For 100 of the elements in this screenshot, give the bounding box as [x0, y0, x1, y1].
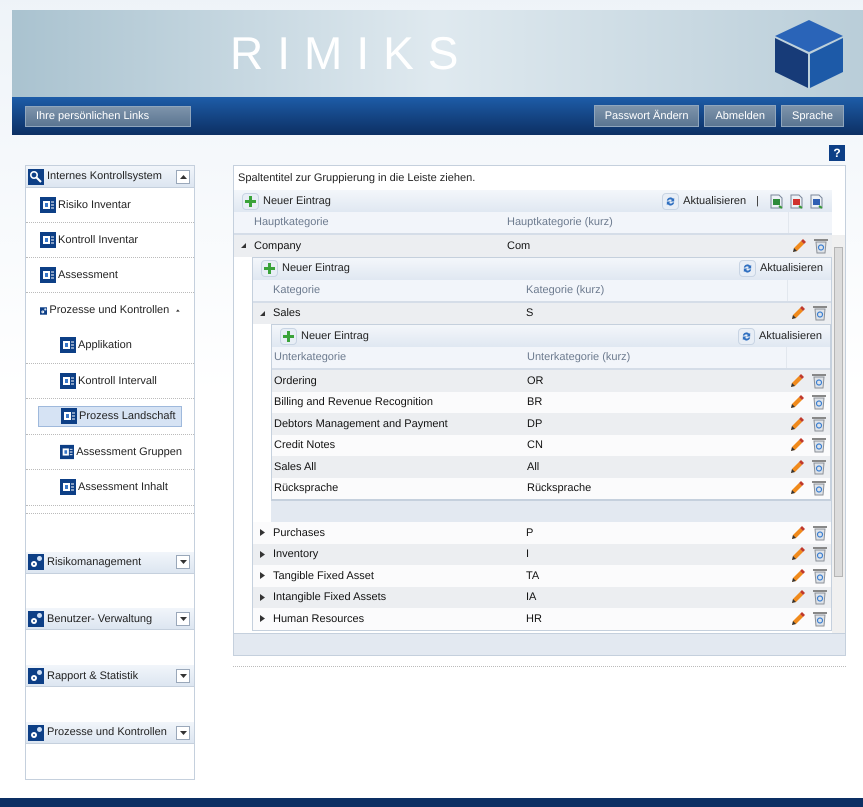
- pencil-icon[interactable]: [790, 395, 804, 410]
- expand-icon[interactable]: [258, 550, 266, 558]
- app-title: RIMIKS: [230, 26, 472, 81]
- pencil-icon[interactable]: [790, 547, 804, 562]
- collapse-icon[interactable]: [240, 242, 246, 250]
- grid-row[interactable]: Intangible Fixed Assets IA: [253, 586, 831, 608]
- grid-row[interactable]: Sales All All: [272, 456, 830, 478]
- expand-icon[interactable]: [258, 572, 266, 580]
- trash-icon[interactable]: [810, 416, 826, 432]
- grid-row[interactable]: Sales S: [253, 302, 831, 324]
- new-entry-button[interactable]: Neuer Eintrag: [280, 328, 369, 344]
- new-entry-button[interactable]: Neuer Eintrag: [242, 192, 331, 210]
- trash-icon[interactable]: [812, 610, 828, 627]
- caret-icon: [180, 674, 186, 678]
- grid-row[interactable]: Company Com: [234, 235, 832, 256]
- grid-row[interactable]: Credit Notes CN: [272, 434, 830, 456]
- sidebar-subitem[interactable]: Applikation: [38, 334, 182, 356]
- pencil-icon[interactable]: [790, 374, 804, 388]
- spreadsheet-export-icon[interactable]: [769, 194, 784, 208]
- sidebar-item[interactable]: Risiko Inventar: [26, 188, 194, 223]
- nav-button[interactable]: Passwort Ändern: [594, 105, 700, 127]
- sidebar-item[interactable]: Assessment: [26, 258, 194, 293]
- trash-icon[interactable]: [812, 305, 828, 322]
- pencil-icon[interactable]: [790, 526, 804, 540]
- pencil-icon[interactable]: [790, 306, 804, 320]
- collapse-arrow-icon[interactable]: [176, 308, 180, 313]
- sidebar-section-header[interactable]: Rapport & Statistik: [26, 665, 194, 688]
- column-header[interactable]: Kategorie: [271, 282, 524, 298]
- category-name: Ordering: [273, 374, 318, 388]
- category-name: Inventory: [272, 547, 320, 562]
- expand-toggle[interactable]: [176, 726, 190, 740]
- pencil-icon[interactable]: [790, 460, 804, 474]
- pencil-icon[interactable]: [790, 612, 804, 626]
- nav-button[interactable]: Sprache: [781, 105, 844, 127]
- sidebar-section-header[interactable]: Prozesse und Kontrollen: [26, 722, 194, 744]
- grid-row[interactable]: Billing and Revenue Recognition BR: [272, 392, 830, 413]
- trash-icon[interactable]: [812, 238, 828, 254]
- gears-icon: [28, 554, 44, 570]
- sidebar-section-header[interactable]: Internes Kontrollsystem: [26, 166, 194, 188]
- collapse-toggle[interactable]: [176, 170, 190, 184]
- pdf-export-icon[interactable]: [789, 194, 804, 208]
- expand-toggle[interactable]: [176, 555, 190, 569]
- sidebar-subitem[interactable]: Assessment Inhalt: [38, 476, 182, 498]
- refresh-button[interactable]: Aktualisieren: [738, 328, 822, 344]
- plus-icon: [242, 192, 259, 210]
- trash-icon[interactable]: [812, 589, 828, 606]
- help-button[interactable]: ?: [829, 145, 845, 161]
- category-short-name: P: [525, 526, 534, 540]
- refresh-icon: [662, 192, 680, 210]
- personal-links-button[interactable]: Ihre persönlichen Links: [25, 106, 191, 126]
- expand-toggle[interactable]: [176, 668, 190, 683]
- expand-icon[interactable]: [258, 529, 266, 536]
- expand-icon[interactable]: [258, 594, 266, 601]
- trash-icon[interactable]: [812, 524, 828, 541]
- grid-row[interactable]: Ordering OR: [272, 370, 830, 392]
- grid-row[interactable]: Debtors Management and Payment DP: [272, 413, 830, 434]
- grid-row[interactable]: Inventory I: [253, 544, 831, 565]
- trash-icon[interactable]: [810, 480, 826, 496]
- pencil-icon[interactable]: [792, 238, 806, 253]
- trash-icon[interactable]: [810, 394, 826, 410]
- sidebar-item[interactable]: Kontroll Inventar: [26, 223, 194, 258]
- section-title: Prozesse und Kontrollen: [47, 725, 168, 740]
- column-header[interactable]: Kategorie (kurz): [524, 282, 787, 298]
- pencil-icon[interactable]: [790, 568, 804, 583]
- column-header[interactable]: Unterkategorie (kurz): [525, 349, 786, 366]
- trash-icon[interactable]: [810, 458, 826, 475]
- grid-row[interactable]: Human Resources HR: [253, 608, 831, 630]
- refresh-button[interactable]: Aktualisieren: [662, 192, 746, 210]
- grid-row[interactable]: Purchases P: [253, 522, 831, 544]
- trash-icon[interactable]: [812, 546, 828, 562]
- column-header[interactable]: Unterkategorie: [272, 349, 525, 366]
- collapse-icon[interactable]: [258, 310, 266, 317]
- expand-icon[interactable]: [258, 615, 266, 622]
- sidebar-subitem[interactable]: Assessment Gruppen: [38, 441, 182, 462]
- grid-row[interactable]: Tangible Fixed Asset TA: [253, 565, 831, 586]
- trash-icon[interactable]: [810, 437, 826, 454]
- pencil-icon[interactable]: [790, 590, 804, 604]
- grid-row[interactable]: Rücksprache Rücksprache: [272, 478, 830, 499]
- sidebar-item[interactable]: Prozesse und Kontrollen: [26, 293, 194, 328]
- category-name: Debtors Management and Payment: [273, 416, 449, 432]
- trash-icon[interactable]: [810, 372, 826, 389]
- pencil-icon[interactable]: [790, 416, 804, 431]
- scrollbar[interactable]: [832, 235, 845, 633]
- sidebar-subitem[interactable]: Prozess Landschaft: [38, 406, 182, 427]
- category-name: Company: [253, 238, 302, 254]
- sidebar-section-header[interactable]: Risikomanagement: [26, 552, 194, 574]
- expand-toggle[interactable]: [176, 612, 190, 626]
- pencil-icon[interactable]: [790, 481, 804, 496]
- pencil-icon[interactable]: [790, 438, 804, 452]
- tile-icon: [60, 444, 74, 460]
- nav-button[interactable]: Abmelden: [704, 105, 776, 127]
- column-header[interactable]: Hauptkategorie (kurz): [505, 214, 788, 231]
- trash-icon[interactable]: [812, 568, 828, 584]
- column-header[interactable]: Hauptkategorie: [252, 214, 505, 231]
- new-entry-button[interactable]: Neuer Eintrag: [261, 260, 350, 277]
- cube-logo: [773, 18, 845, 90]
- sidebar-section-header[interactable]: Benutzer- Verwaltung: [26, 608, 194, 630]
- document-export-icon[interactable]: [809, 194, 824, 208]
- refresh-button[interactable]: Aktualisieren: [739, 260, 823, 277]
- sidebar-subitem[interactable]: Kontroll Intervall: [38, 370, 182, 392]
